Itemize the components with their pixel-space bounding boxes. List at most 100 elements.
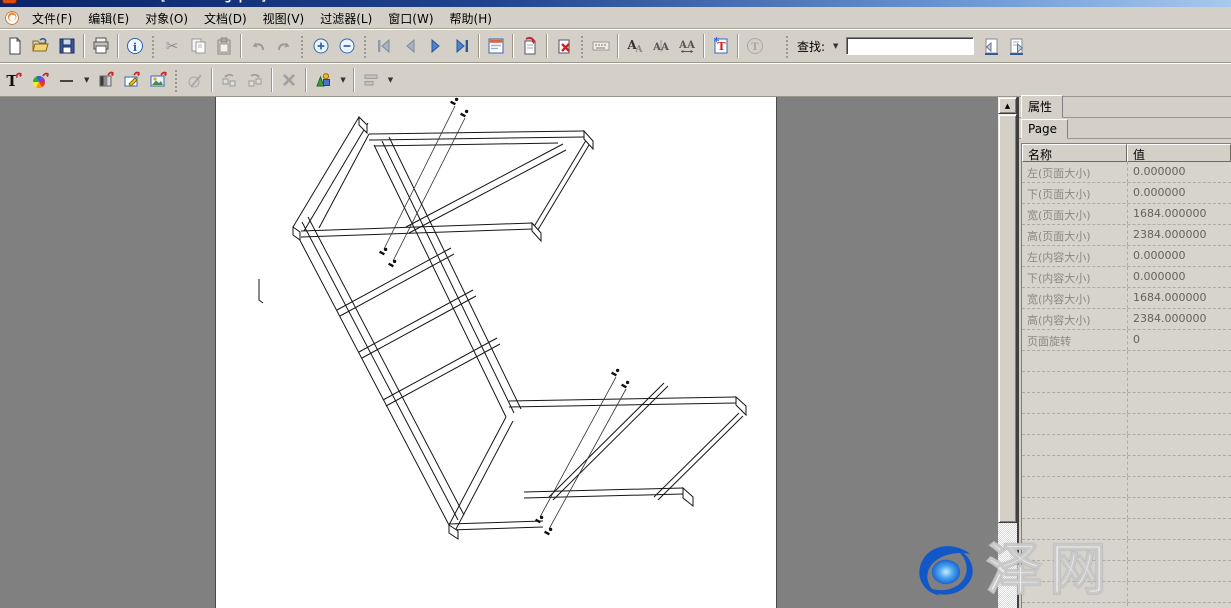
property-row-empty[interactable] — [1022, 393, 1231, 414]
toolbar-grip-handle[interactable] — [579, 34, 584, 58]
property-row-empty[interactable] — [1022, 456, 1231, 477]
property-value[interactable] — [1127, 435, 1231, 455]
menu-item-5[interactable]: 过滤器(L) — [312, 10, 380, 28]
property-row-empty[interactable] — [1022, 519, 1231, 540]
first-page-button[interactable] — [371, 33, 397, 59]
property-row-4[interactable]: 左(内容大小)0.000000 — [1022, 246, 1231, 267]
property-row-2[interactable]: 宽(页面大小)1684.000000 — [1022, 204, 1231, 225]
toolbar-grip-handle[interactable] — [150, 34, 155, 58]
property-row-0[interactable]: 左(页面大小)0.000000 — [1022, 162, 1231, 183]
property-row-empty[interactable] — [1022, 372, 1231, 393]
document-info-button[interactable]: i — [122, 33, 148, 59]
property-row-empty[interactable] — [1022, 540, 1231, 561]
add-text-button[interactable]: T — [2, 67, 28, 93]
property-row-empty[interactable] — [1022, 498, 1231, 519]
property-value[interactable] — [1127, 540, 1231, 560]
scroll-up-button[interactable]: ▲ — [998, 97, 1017, 114]
scrollbar-thumb[interactable] — [998, 114, 1017, 523]
property-row-3[interactable]: 高(页面大小)2384.000000 — [1022, 225, 1231, 246]
menu-item-0[interactable]: 文件(F) — [24, 10, 80, 28]
property-row-8[interactable]: 页面旋转0 — [1022, 330, 1231, 351]
property-row-empty[interactable] — [1022, 435, 1231, 456]
property-row-6[interactable]: 宽(内容大小)1684.000000 — [1022, 288, 1231, 309]
property-value[interactable] — [1127, 456, 1231, 476]
undo-button[interactable] — [245, 33, 271, 59]
previous-page-button[interactable] — [397, 33, 423, 59]
property-value[interactable]: 0.000000 — [1127, 183, 1231, 203]
property-value[interactable] — [1127, 393, 1231, 413]
property-row-empty[interactable] — [1022, 414, 1231, 435]
property-value[interactable]: 1684.000000 — [1127, 288, 1231, 308]
menu-item-1[interactable]: 编辑(E) — [80, 10, 137, 28]
text-mode-button[interactable]: T — [742, 33, 768, 59]
property-value[interactable] — [1127, 561, 1231, 581]
add-image-button[interactable] — [145, 67, 171, 93]
canvas[interactable] — [0, 97, 998, 608]
property-row-7[interactable]: 高(内容大小)2384.000000 — [1022, 309, 1231, 330]
line-style-button[interactable] — [54, 67, 80, 93]
bring-forward-button[interactable] — [242, 67, 268, 93]
delete-object-button[interactable] — [276, 67, 302, 93]
menu-item-2[interactable]: 对象(O) — [137, 10, 196, 28]
next-page-button[interactable] — [423, 33, 449, 59]
property-row-empty[interactable] — [1022, 561, 1231, 582]
property-row-1[interactable]: 下(页面大小)0.000000 — [1022, 183, 1231, 204]
zoom-out-button[interactable] — [334, 33, 360, 59]
property-value[interactable] — [1127, 582, 1231, 602]
property-row-empty[interactable] — [1022, 477, 1231, 498]
save-document-button[interactable] — [54, 33, 80, 59]
delete-page-button[interactable] — [551, 33, 577, 59]
menu-item-3[interactable]: 文档(D) — [196, 10, 255, 28]
column-header-name[interactable]: 名称 — [1022, 144, 1127, 162]
import-page-button[interactable] — [517, 33, 543, 59]
send-backward-button[interactable] — [216, 67, 242, 93]
property-value[interactable]: 0.000000 — [1127, 246, 1231, 266]
property-value[interactable] — [1127, 372, 1231, 392]
cut-button[interactable]: ✂ — [159, 33, 185, 59]
zoom-in-button[interactable] — [308, 33, 334, 59]
menu-item-7[interactable]: 帮助(H) — [442, 10, 500, 28]
toolbar-grip-handle[interactable] — [299, 34, 304, 58]
font-spacing-button[interactable]: AA — [674, 33, 700, 59]
insert-shape-dropdown[interactable]: ▼ — [336, 76, 349, 84]
menu-item-6[interactable]: 窗口(W) — [380, 10, 441, 28]
add-shading-button[interactable] — [93, 67, 119, 93]
property-value[interactable] — [1127, 519, 1231, 539]
property-row-empty[interactable] — [1022, 603, 1231, 608]
panel-title-tab[interactable]: 属性 — [1021, 95, 1063, 118]
find-next-button[interactable] — [1004, 33, 1030, 59]
property-row-empty[interactable] — [1022, 582, 1231, 603]
align-objects-button[interactable] — [358, 67, 384, 93]
open-document-button[interactable] — [28, 33, 54, 59]
keyboard-input-button[interactable] — [588, 33, 614, 59]
property-value[interactable] — [1127, 414, 1231, 434]
property-value[interactable] — [1127, 351, 1231, 371]
property-value[interactable]: 0.000000 — [1127, 267, 1231, 287]
paste-button[interactable] — [211, 33, 237, 59]
pdf-page[interactable] — [215, 97, 777, 608]
embed-font-button[interactable]: AA — [622, 33, 648, 59]
find-input[interactable] — [846, 37, 974, 55]
property-value[interactable] — [1127, 477, 1231, 497]
tab-page[interactable]: Page — [1021, 119, 1068, 139]
menu-item-4[interactable]: 视图(V) — [255, 10, 313, 28]
copy-button[interactable] — [185, 33, 211, 59]
column-header-value[interactable]: 值 — [1127, 144, 1231, 162]
insert-text-object-button[interactable]: T* — [708, 33, 734, 59]
property-value[interactable]: 0.000000 — [1127, 162, 1231, 182]
foxit-document-icon[interactable] — [4, 10, 20, 26]
compare-font-button[interactable]: AA — [648, 33, 674, 59]
redo-button[interactable] — [271, 33, 297, 59]
toolbar-grip-handle[interactable] — [173, 68, 178, 92]
print-button[interactable] — [88, 33, 114, 59]
insert-shape-button[interactable] — [310, 67, 336, 93]
toolbar-grip-handle[interactable] — [784, 34, 789, 58]
add-color-button[interactable] — [28, 67, 54, 93]
last-page-button[interactable] — [449, 33, 475, 59]
property-value[interactable] — [1127, 603, 1231, 608]
vertical-scrollbar[interactable]: ▲ — [998, 97, 1017, 608]
property-value[interactable]: 1684.000000 — [1127, 204, 1231, 224]
page-layout-button[interactable] — [483, 33, 509, 59]
property-value[interactable]: 2384.000000 — [1127, 225, 1231, 245]
scrollbar-track[interactable] — [998, 523, 1017, 608]
